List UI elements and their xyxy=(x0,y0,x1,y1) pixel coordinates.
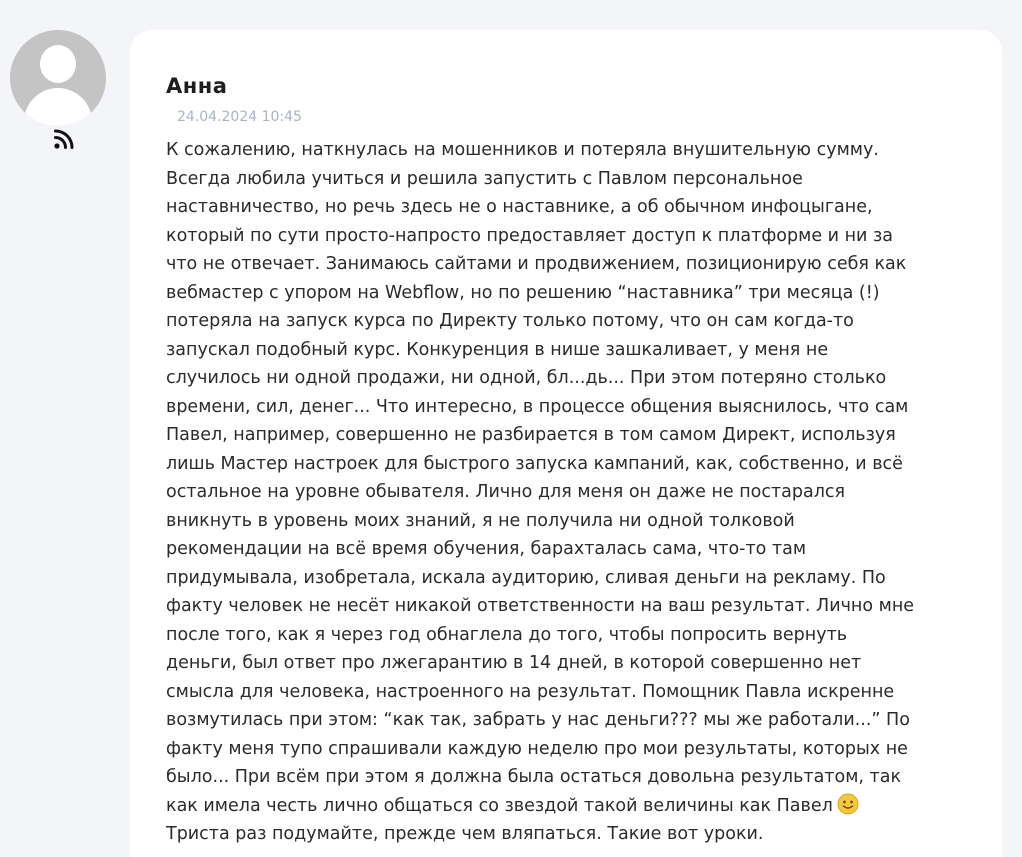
comment-line: вебмастер с упором на Webflow, но по реш… xyxy=(166,282,880,303)
comment-line: вникнуть в уровень моих знаний, я не пол… xyxy=(166,510,795,531)
comment-line-text: как имела честь лично общаться со звездо… xyxy=(166,795,833,816)
comment-line: времени, сил, денег... Что интересно, в … xyxy=(166,396,909,417)
comment-line: потеряла на запуск курса по Директу толь… xyxy=(166,311,854,331)
rss-icon[interactable] xyxy=(53,128,75,150)
comment-line: который по сути просто-напросто предоста… xyxy=(166,225,893,246)
comment-line: остальное на уровне обывателя. Лично для… xyxy=(166,482,846,502)
comment-line: факту меня тупо спрашивали каждую неделю… xyxy=(166,738,908,759)
avatar-head-shape xyxy=(40,45,76,83)
comment-line: было... При всём при этом я должна была … xyxy=(166,767,902,787)
comment-line: запускал подобный курс. Конкуренция в ни… xyxy=(166,339,829,360)
comment-line: факту человек не несёт никакой ответстве… xyxy=(166,596,915,616)
avatar-body-shape xyxy=(24,88,92,126)
comment-line: придумывала, изобретала, искала аудитори… xyxy=(166,567,886,588)
comment-line: Павел, например, совершенно не разбирает… xyxy=(166,425,896,445)
comment-line-with-emoji: как имела честь лично общаться со звездо… xyxy=(166,792,966,821)
comment-line: К сожалению, наткнулась на мошенников и … xyxy=(166,140,879,160)
comment-line: смысла для человека, настроенного на рез… xyxy=(166,681,895,702)
comment-line: Всегда любила учиться и решила запустить… xyxy=(166,168,803,189)
comment-line: Триста раз подумайте, прежде чем вляпать… xyxy=(166,824,764,844)
comment-line: рекомендации на всё время обучения, бара… xyxy=(166,539,807,559)
comment-line: деньги, был ответ про лжегарантию в 14 д… xyxy=(166,653,862,673)
comment-line: возмутилась при этом: “как так, забрать … xyxy=(166,710,910,730)
comment-line: после того, как я через год обнаглела до… xyxy=(166,624,848,645)
comment-date: 24.04.2024 10:45 xyxy=(177,109,302,125)
comment-line: лишь Мастер настроек для быстрого запуск… xyxy=(166,453,903,474)
comment-thread: Анна 24.04.2024 10:45 К сожалению, наткн… xyxy=(0,0,1022,857)
comment-line: случилось ни одной продажи, ни одной, бл… xyxy=(166,368,887,388)
smiling-face-emoji-icon xyxy=(837,793,859,814)
comment-author: Анна xyxy=(166,74,228,98)
author-sidebar xyxy=(10,30,106,149)
comment-card: Анна 24.04.2024 10:45 К сожалению, наткн… xyxy=(130,30,1002,857)
avatar xyxy=(10,30,106,126)
comment-line: наставничество, но речь здесь не о наста… xyxy=(166,197,873,217)
comment-line: что не отвечает. Занимаюсь сайтами и про… xyxy=(166,254,907,274)
comment-text: К сожалению, наткнулась на мошенников и … xyxy=(166,136,966,849)
